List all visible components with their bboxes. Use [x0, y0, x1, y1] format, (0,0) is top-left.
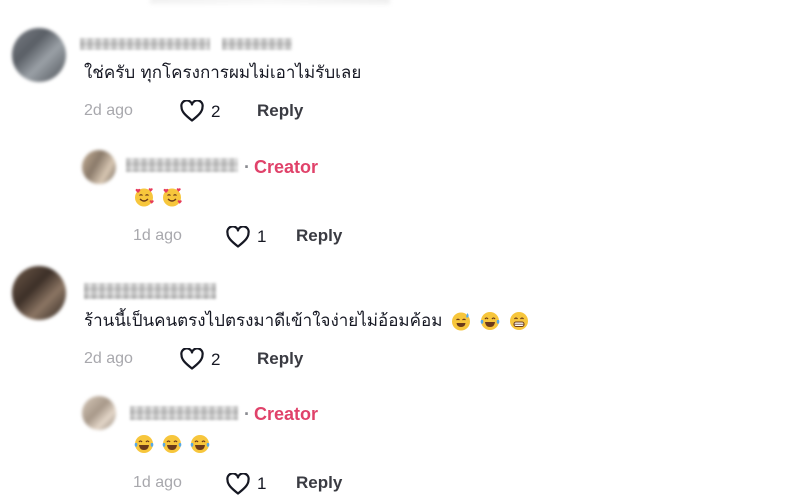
reply-button[interactable]: Reply	[296, 226, 342, 246]
like-count: 1	[257, 227, 267, 246]
reply-emojis	[133, 186, 183, 208]
heart-icon[interactable]	[180, 348, 204, 370]
like-count: 1	[257, 474, 267, 493]
tears-of-joy-emoji	[162, 435, 182, 453]
avatar[interactable]	[12, 28, 66, 82]
reply-button[interactable]: Reply	[296, 473, 342, 493]
sweat-smile-emoji	[451, 312, 470, 331]
comment-time: 2d ago	[84, 102, 133, 119]
comment-text-body: ร้านนี้เป็นคนตรงไปตรงมาดีเข้าใจง่ายไม่อ้…	[84, 311, 443, 331]
heart-icon[interactable]	[226, 473, 250, 495]
creator-username-blurred[interactable]	[130, 406, 238, 420]
separator-dot: ·	[244, 157, 250, 177]
smiling-face-with-hearts-emoji	[135, 188, 154, 207]
creator-badge: · Creator	[244, 404, 318, 425]
username-blurred[interactable]	[84, 283, 216, 299]
smiling-face-with-hearts-emoji	[163, 188, 182, 207]
heart-icon[interactable]	[180, 100, 204, 122]
creator-label: Creator	[254, 404, 319, 424]
username-blurred-secondary[interactable]	[222, 38, 292, 50]
like-count: 2	[211, 102, 221, 121]
comment-time: 2d ago	[84, 350, 133, 367]
username-blurred[interactable]	[80, 38, 210, 50]
creator-username-blurred[interactable]	[126, 158, 238, 172]
comments-panel: ใช่ครับ ทุกโครงการผมไม่เอาไม่รับเลย 2d a…	[0, 0, 800, 500]
reply-time: 1d ago	[133, 474, 182, 491]
comment-emojis	[450, 310, 530, 332]
tears-of-joy-emoji	[190, 435, 210, 453]
reply-emojis	[133, 433, 211, 455]
reply-button[interactable]: Reply	[257, 349, 303, 369]
creator-label: Creator	[254, 157, 319, 177]
previous-content-fragment	[150, 0, 390, 4]
tears-of-joy-emoji	[480, 312, 500, 330]
comment-text: ใช่ครับ ทุกโครงการผมไม่เอาไม่รับเลย	[84, 63, 362, 83]
avatar[interactable]	[12, 266, 66, 320]
reply-time: 1d ago	[133, 227, 182, 244]
reply-button[interactable]: Reply	[257, 101, 303, 121]
separator-dot: ·	[244, 404, 250, 424]
creator-avatar[interactable]	[82, 396, 116, 430]
creator-avatar[interactable]	[82, 150, 116, 184]
grinning-emoji	[509, 312, 528, 330]
heart-icon[interactable]	[226, 226, 250, 248]
like-count: 2	[211, 350, 221, 369]
creator-badge: · Creator	[244, 157, 318, 178]
tears-of-joy-emoji	[134, 435, 154, 453]
comment-text: ร้านนี้เป็นคนตรงไปตรงมาดีเข้าใจง่ายไม่อ้…	[84, 310, 530, 332]
